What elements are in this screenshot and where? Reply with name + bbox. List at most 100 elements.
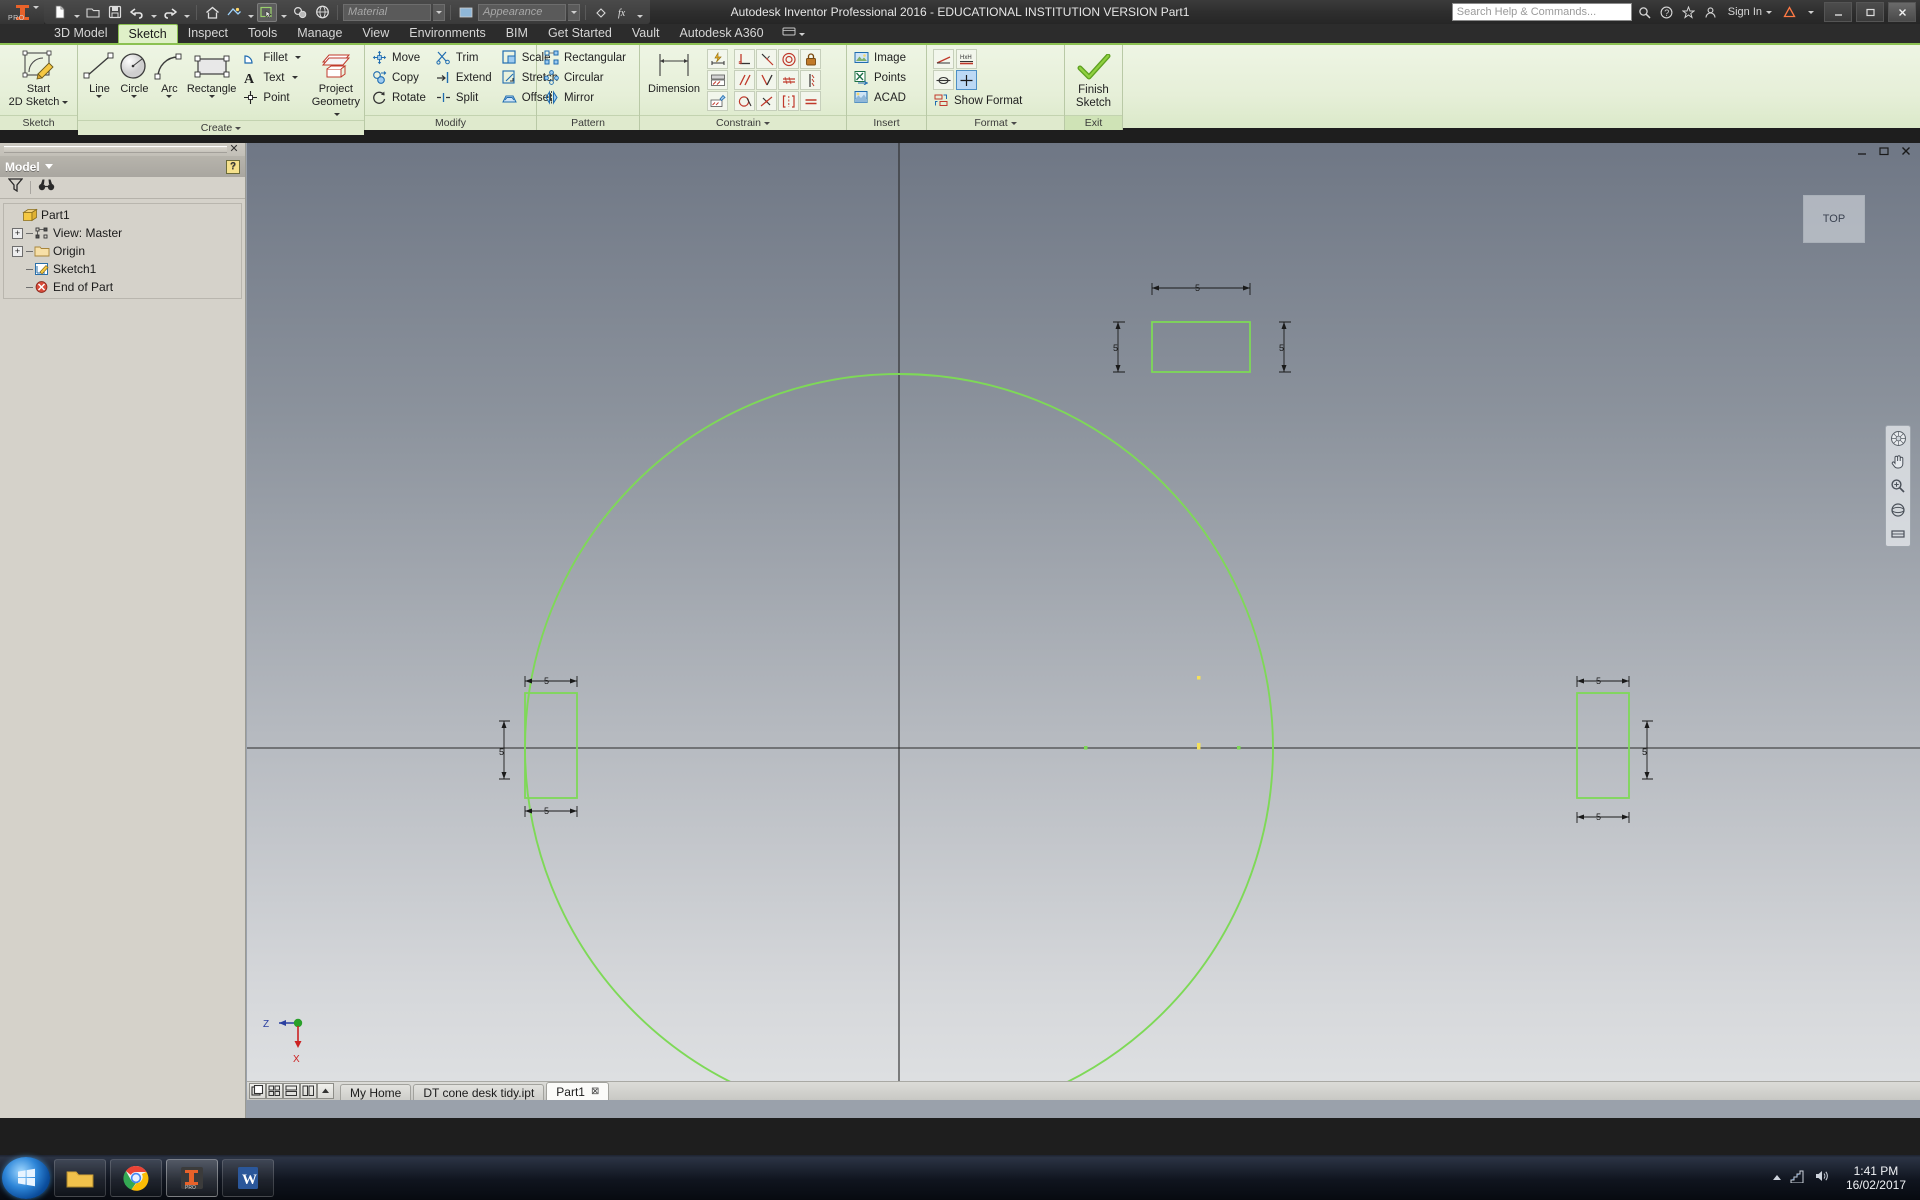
browser-drag-grip[interactable]: ✕ <box>0 143 245 156</box>
vertical-icon[interactable] <box>800 70 821 90</box>
tab-get-started[interactable]: Get Started <box>538 24 622 43</box>
new-file-caret-icon[interactable] <box>72 3 81 22</box>
save-icon[interactable] <box>105 3 125 22</box>
taskbar-item-chrome[interactable] <box>110 1158 162 1197</box>
zoom-icon[interactable] <box>1888 477 1908 495</box>
taskbar-item-inventor[interactable]: PRO <box>166 1158 218 1197</box>
perpendicular-icon[interactable] <box>734 49 755 69</box>
parallel-icon[interactable] <box>734 70 755 90</box>
doc-tab-close-icon[interactable]: ⊠ <box>591 1086 599 1097</box>
symmetric-icon[interactable] <box>778 91 799 111</box>
circular-pattern-button[interactable]: Circular <box>541 68 631 87</box>
tree-node-sketch1[interactable]: Sketch1 <box>4 260 241 278</box>
point-button[interactable]: Point <box>240 88 305 107</box>
tab-bim[interactable]: BIM <box>496 24 538 43</box>
project-geometry-button[interactable]: Project Geometry <box>312 48 360 120</box>
start-button[interactable] <box>2 1156 50 1199</box>
fillet-dropdown-icon[interactable] <box>294 56 301 59</box>
redo-caret-icon[interactable] <box>182 3 191 22</box>
browser-dropdown-icon[interactable] <box>44 164 53 169</box>
appearance-icon[interactable] <box>224 3 244 22</box>
material-icon[interactable] <box>290 3 310 22</box>
construction-line-icon[interactable] <box>933 49 954 69</box>
arc-dropdown-icon[interactable] <box>166 95 173 98</box>
fix-icon[interactable] <box>800 49 821 69</box>
search-input[interactable]: Search Help & Commands... <box>1451 3 1632 21</box>
material-combo-caret-icon[interactable] <box>433 3 445 21</box>
undo-caret-icon[interactable] <box>149 3 158 22</box>
tab-sketch[interactable]: Sketch <box>117 24 178 43</box>
start-2d-sketch-dropdown-icon[interactable] <box>62 100 69 104</box>
move-button[interactable]: Move <box>369 48 431 67</box>
pan-icon[interactable] <box>1888 453 1908 471</box>
points-button[interactable]: Points <box>851 68 911 87</box>
circle-button[interactable]: Circle <box>117 48 152 98</box>
taskbar-item-word[interactable]: W <box>222 1158 274 1197</box>
app-menu-caret-icon[interactable] <box>33 6 39 23</box>
ribbon-display-caret-icon[interactable] <box>798 32 805 36</box>
constraint-settings-icon[interactable] <box>707 91 728 111</box>
paint-bucket-icon[interactable] <box>591 3 611 22</box>
rectangle-button[interactable]: Rectangle <box>187 48 236 98</box>
line-button[interactable]: Line <box>82 48 117 98</box>
show-constraints-icon[interactable] <box>707 70 728 90</box>
text-button[interactable]: A Text <box>240 68 305 87</box>
tangent-icon[interactable] <box>756 70 777 90</box>
select-icon[interactable] <box>257 2 277 22</box>
help-icon[interactable]: ? <box>1658 3 1676 21</box>
orbit-icon[interactable] <box>1888 501 1908 519</box>
tab-manage[interactable]: Manage <box>287 24 352 43</box>
doc-tab-dt-cone-desk-tidy[interactable]: DT cone desk tidy.ipt <box>413 1084 545 1100</box>
volume-icon[interactable] <box>1814 1169 1829 1186</box>
rectangle-dropdown-icon[interactable] <box>208 95 215 98</box>
appearance-caret-icon[interactable] <box>246 3 255 22</box>
center-point-icon[interactable] <box>956 70 977 90</box>
parallel-constraint-icon[interactable] <box>756 49 777 69</box>
sign-in-button[interactable]: Sign In <box>1724 6 1776 18</box>
full-navigation-wheel-icon[interactable] <box>1888 429 1908 447</box>
finish-sketch-button[interactable]: Finish Sketch <box>1069 48 1118 110</box>
concentric-icon[interactable] <box>778 49 799 69</box>
show-format-button[interactable]: Show Format <box>931 91 1027 110</box>
tree-node-origin[interactable]: + Origin <box>4 242 241 260</box>
tab-3d-model[interactable]: 3D Model <box>44 24 118 43</box>
horizontal-windows-icon[interactable] <box>283 1083 300 1099</box>
application-menu-button[interactable]: PRO <box>0 0 44 24</box>
select-caret-icon[interactable] <box>279 3 288 22</box>
tab-inspect[interactable]: Inspect <box>178 24 238 43</box>
mirror-button[interactable]: Mirror <box>541 88 631 107</box>
open-file-icon[interactable] <box>83 3 103 22</box>
ribbon-display-icon[interactable] <box>782 25 796 43</box>
text-dropdown-icon[interactable] <box>291 76 298 79</box>
look-at-icon[interactable] <box>1888 525 1908 543</box>
titlebar-caret-icon[interactable] <box>1802 3 1820 21</box>
tree-node-view-master[interactable]: + View: Master <box>4 224 241 242</box>
centerline-icon[interactable] <box>933 70 954 90</box>
appearance-combo[interactable]: Appearance <box>478 3 566 21</box>
signin-avatar-icon[interactable] <box>1702 3 1720 21</box>
extend-button[interactable]: Extend <box>433 68 497 87</box>
collinear-icon[interactable] <box>756 91 777 111</box>
fx-icon[interactable]: fx <box>613 3 633 22</box>
project-geometry-dropdown-icon[interactable] <box>334 112 341 116</box>
copy-button[interactable]: Copy <box>369 68 431 87</box>
network-icon[interactable] <box>1790 1169 1805 1186</box>
split-button[interactable]: Split <box>433 88 497 107</box>
line-dropdown-icon[interactable] <box>96 95 103 98</box>
tab-tools[interactable]: Tools <box>238 24 287 43</box>
undo-icon[interactable] <box>127 3 147 22</box>
grid-windows-icon[interactable] <box>266 1083 283 1099</box>
show-hidden-icons-icon[interactable] <box>1772 1175 1781 1180</box>
expander-view-master-icon[interactable]: + <box>12 227 23 239</box>
globe-icon[interactable] <box>312 3 332 22</box>
taskbar-clock[interactable]: 1:41 PM 16/02/2017 <box>1838 1164 1914 1192</box>
browser-close-icon[interactable]: ✕ <box>227 144 241 155</box>
browser-help-icon[interactable]: ? <box>226 159 240 174</box>
new-file-icon[interactable] <box>50 3 70 22</box>
maximize-window-button[interactable] <box>1856 2 1884 22</box>
start-2d-sketch-button[interactable]: Start 2D Sketch <box>4 48 73 108</box>
scroll-up-icon[interactable] <box>317 1083 334 1099</box>
doc-tab-my-home[interactable]: My Home <box>340 1084 412 1100</box>
material-combo[interactable]: Material <box>343 3 431 21</box>
appearance-combo-caret-icon[interactable] <box>568 3 580 21</box>
